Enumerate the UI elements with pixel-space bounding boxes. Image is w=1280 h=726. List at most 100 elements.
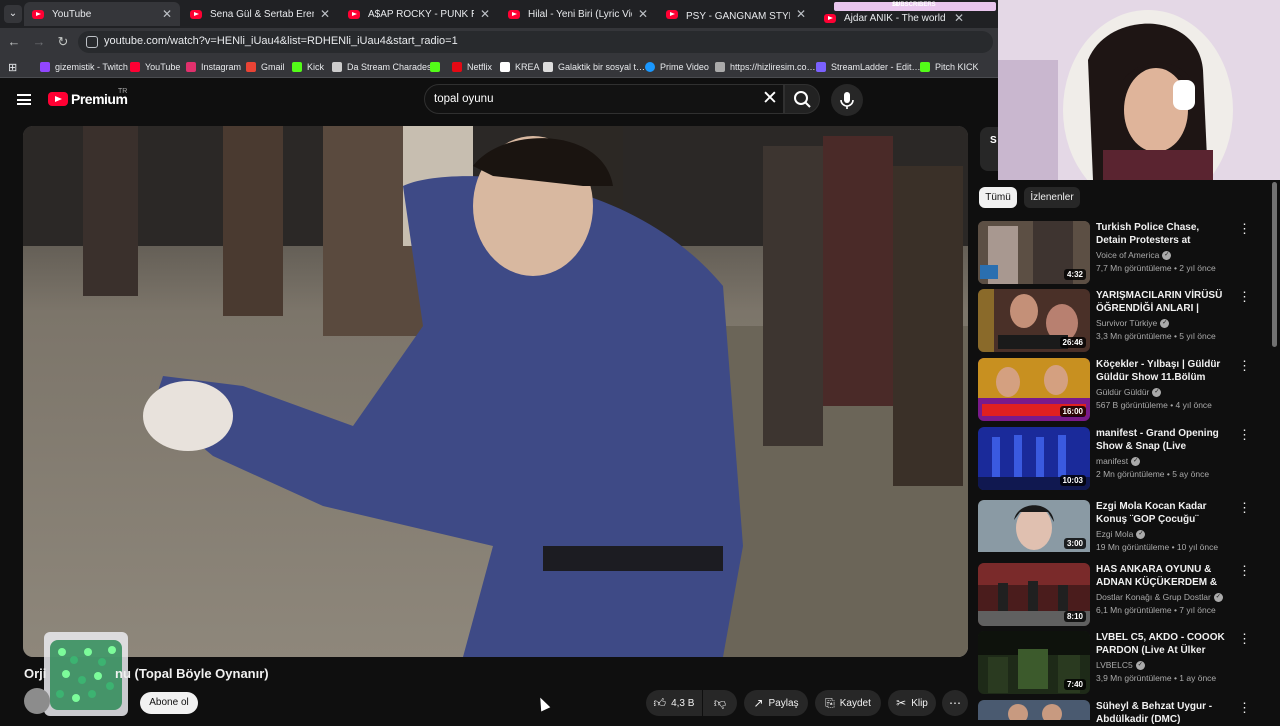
bookmark-item[interactable] <box>430 60 445 74</box>
close-tab-icon[interactable]: ✕ <box>638 7 648 21</box>
clip-button[interactable]: ✂ Klip <box>888 690 936 716</box>
recommendation-item[interactable]: 7:40 LVBEL C5, AKDO - COOOK PARDON (Live… <box>978 631 1268 695</box>
close-tab-icon[interactable]: ✕ <box>320 7 330 21</box>
close-tab-icon[interactable]: ✕ <box>954 11 964 25</box>
url-text[interactable]: youtube.com/watch?v=HENli_iUau4&list=RDH… <box>104 35 458 47</box>
recommendation-channel[interactable]: LVBELC5 ✓ <box>1096 660 1145 671</box>
more-vertical-icon[interactable]: ⋮ <box>1238 359 1251 372</box>
recommendation-title[interactable]: manifest - Grand Opening Show & Snap (Li… <box>1096 427 1232 453</box>
reload-icon[interactable]: ↻ <box>55 34 71 50</box>
bookmark-item[interactable]: Pitch KICK <box>920 60 979 74</box>
browser-tab[interactable]: PSY - GANGNAM STYLE (강남… ✕ <box>658 2 814 26</box>
back-arrow-icon[interactable]: ← <box>6 34 22 50</box>
voice-search-button[interactable] <box>831 84 863 116</box>
like-button[interactable]: 👍︎ 4,3 B <box>646 690 702 716</box>
omnibox[interactable]: youtube.com/watch?v=HENli_iUau4&list=RDH… <box>78 31 993 53</box>
more-vertical-icon[interactable]: ⋮ <box>1238 564 1251 577</box>
recommendation-channel[interactable]: Ezgi Mola ✓ <box>1096 529 1146 540</box>
site-info-icon[interactable] <box>86 36 98 48</box>
recommendation-channel[interactable]: Voice of America ✓ <box>1096 250 1172 261</box>
dislike-button[interactable]: 👎︎ <box>703 690 737 716</box>
video-thumbnail[interactable]: 10:03 <box>978 427 1090 490</box>
browser-tab[interactable]: Sena Gül & Sertab Erener - Ye… ✕ <box>182 2 338 26</box>
recommendation-title[interactable]: Ezgi Mola Kocan Kadar Konuş ¨GOP Çocuğu¨ <box>1096 500 1232 526</box>
more-vertical-icon[interactable]: ⋮ <box>1238 501 1251 514</box>
bookmark-item[interactable]: Da Stream Charades <box>332 60 432 74</box>
clear-search-icon[interactable]: ✕ <box>762 89 778 109</box>
channel-avatar[interactable] <box>24 688 50 714</box>
bookmark-item[interactable]: YouTube <box>130 60 180 74</box>
search-query[interactable]: topal oyunu <box>434 93 493 105</box>
channel-name[interactable]: LVBELC5 <box>1096 660 1133 670</box>
youtube-logo-icon[interactable] <box>48 92 68 106</box>
recommendation-channel[interactable]: Survivor Türkiye ✓ <box>1096 318 1170 329</box>
channel-name[interactable]: Survivor Türkiye <box>1096 318 1157 328</box>
recommendation-title[interactable]: HAS ANKARA OYUNU & ADNAN KÜÇÜKERDEM & SE… <box>1096 563 1232 589</box>
more-actions-button[interactable]: ⋯ <box>942 690 968 716</box>
close-tab-icon[interactable]: ✕ <box>480 7 490 21</box>
apps-grid-icon[interactable]: ⊞ <box>8 60 17 74</box>
browser-tab[interactable]: A$AP ROCKY - PUNK ROCKY (V… ✕ <box>340 2 498 26</box>
subscribe-button[interactable]: Abone ol <box>140 692 198 714</box>
more-vertical-icon[interactable]: ⋮ <box>1238 290 1251 303</box>
recommendation-item[interactable]: 26:46 YARIŞMACILARIN VİRÜSÜ ÖĞRENDİĞİ AN… <box>978 289 1268 353</box>
more-vertical-icon[interactable]: ⋮ <box>1238 632 1251 645</box>
browser-tab[interactable]: YouTube ✕ <box>24 2 180 26</box>
recommendation-title[interactable]: Köçekler - Yılbaşı | Güldür Güldür Show … <box>1096 358 1232 384</box>
bookmark-item[interactable]: KREA <box>500 60 540 74</box>
bookmark-item[interactable]: Netflix <box>452 60 492 74</box>
side-panel-peek[interactable]: S <box>980 127 998 171</box>
chip-all[interactable]: Tümü <box>979 187 1017 208</box>
recommendation-channel[interactable]: Güldür Güldür ✓ <box>1096 387 1162 398</box>
video-thumbnail[interactable]: 26:46 <box>978 289 1090 352</box>
bookmark-item[interactable]: Galaktik bir sosyal t… <box>543 60 645 74</box>
channel-name[interactable]: Voice of America <box>1096 250 1159 260</box>
bookmark-item[interactable]: Instagram <box>186 60 241 74</box>
bookmark-item[interactable]: Kick <box>292 60 324 74</box>
search-button[interactable] <box>784 84 820 114</box>
video-player[interactable] <box>23 126 968 657</box>
channel-name[interactable]: Dostlar Konağı & Grup Dostlar <box>1096 592 1211 602</box>
video-thumbnail[interactable]: 16:00 <box>978 358 1090 421</box>
video-thumbnail[interactable]: 7:40 <box>978 631 1090 694</box>
more-vertical-icon[interactable]: ⋮ <box>1238 701 1251 714</box>
close-tab-icon[interactable]: ✕ <box>796 7 806 21</box>
recommendation-title[interactable]: Turkish Police Chase, Detain Protesters … <box>1096 221 1232 247</box>
close-tab-icon[interactable]: ✕ <box>162 7 172 21</box>
video-thumbnail[interactable]: 3:00 <box>978 500 1090 563</box>
bookmark-item[interactable]: Prime Video <box>645 60 709 74</box>
channel-name[interactable]: Ezgi Mola <box>1096 529 1133 539</box>
recommendation-channel[interactable]: Dostlar Konağı & Grup Dostlar ✓ <box>1096 592 1223 603</box>
browser-tab[interactable]: Hilal - Yeni Biri (Lyric Video) - Y… ✕ <box>500 2 656 26</box>
sidebar-scrollbar[interactable] <box>1272 182 1277 347</box>
search-input[interactable]: topal oyunu ✕ <box>424 84 784 114</box>
channel-name[interactable]: manifest <box>1096 456 1128 466</box>
video-thumbnail[interactable]: 8:10 <box>978 563 1090 626</box>
channel-name[interactable]: Güldür Güldür <box>1096 387 1149 397</box>
bookmark-item[interactable]: https://hizliresim.co… <box>715 60 816 74</box>
bookmark-item[interactable]: gizemistik - Twitch <box>40 60 128 74</box>
bookmark-label: KREA <box>515 62 540 72</box>
video-thumbnail[interactable] <box>978 700 1090 720</box>
recommendation-title[interactable]: YARIŞMACILARIN VİRÜSÜ ÖĞRENDİĞİ ANLARI |… <box>1096 289 1232 315</box>
recommendation-item[interactable]: 4:32 Turkish Police Chase, Detain Protes… <box>978 221 1268 285</box>
recommendation-title[interactable]: LVBEL C5, AKDO - COOOK PARDON (Live At Ü… <box>1096 631 1232 657</box>
recommendation-channel[interactable]: manifest ✓ <box>1096 456 1141 467</box>
recommendation-item[interactable]: 10:03 manifest - Grand Opening Show & Sn… <box>978 427 1268 491</box>
share-button[interactable]: ↗ Paylaş <box>744 690 808 716</box>
menu-icon[interactable] <box>17 94 31 105</box>
video-thumbnail[interactable]: 4:32 <box>978 221 1090 284</box>
save-button[interactable]: ⎘ Kaydet <box>815 690 881 716</box>
forward-arrow-icon[interactable]: → <box>31 34 47 50</box>
recommendation-title[interactable]: Süheyl & Behzat Uygur - Abdülkadir (DMC) <box>1096 700 1232 726</box>
recommendation-item[interactable]: 8:10 HAS ANKARA OYUNU & ADNAN KÜÇÜKERDEM… <box>978 563 1268 627</box>
bookmark-item[interactable]: StreamLadder - Edit… <box>816 60 921 74</box>
more-vertical-icon[interactable]: ⋮ <box>1238 222 1251 235</box>
tab-search-chevron-icon[interactable]: ⌄ <box>4 5 22 23</box>
recommendation-item[interactable]: Süheyl & Behzat Uygur - Abdülkadir (DMC)… <box>978 700 1268 725</box>
chip-watched[interactable]: İzlenenler <box>1024 187 1080 208</box>
recommendation-item[interactable]: 16:00 Köçekler - Yılbaşı | Güldür Güldür… <box>978 358 1268 422</box>
recommendation-item[interactable]: 3:00 Ezgi Mola Kocan Kadar Konuş ¨GOP Ço… <box>978 500 1268 564</box>
bookmark-item[interactable]: Gmail <box>246 60 285 74</box>
more-vertical-icon[interactable]: ⋮ <box>1238 428 1251 441</box>
